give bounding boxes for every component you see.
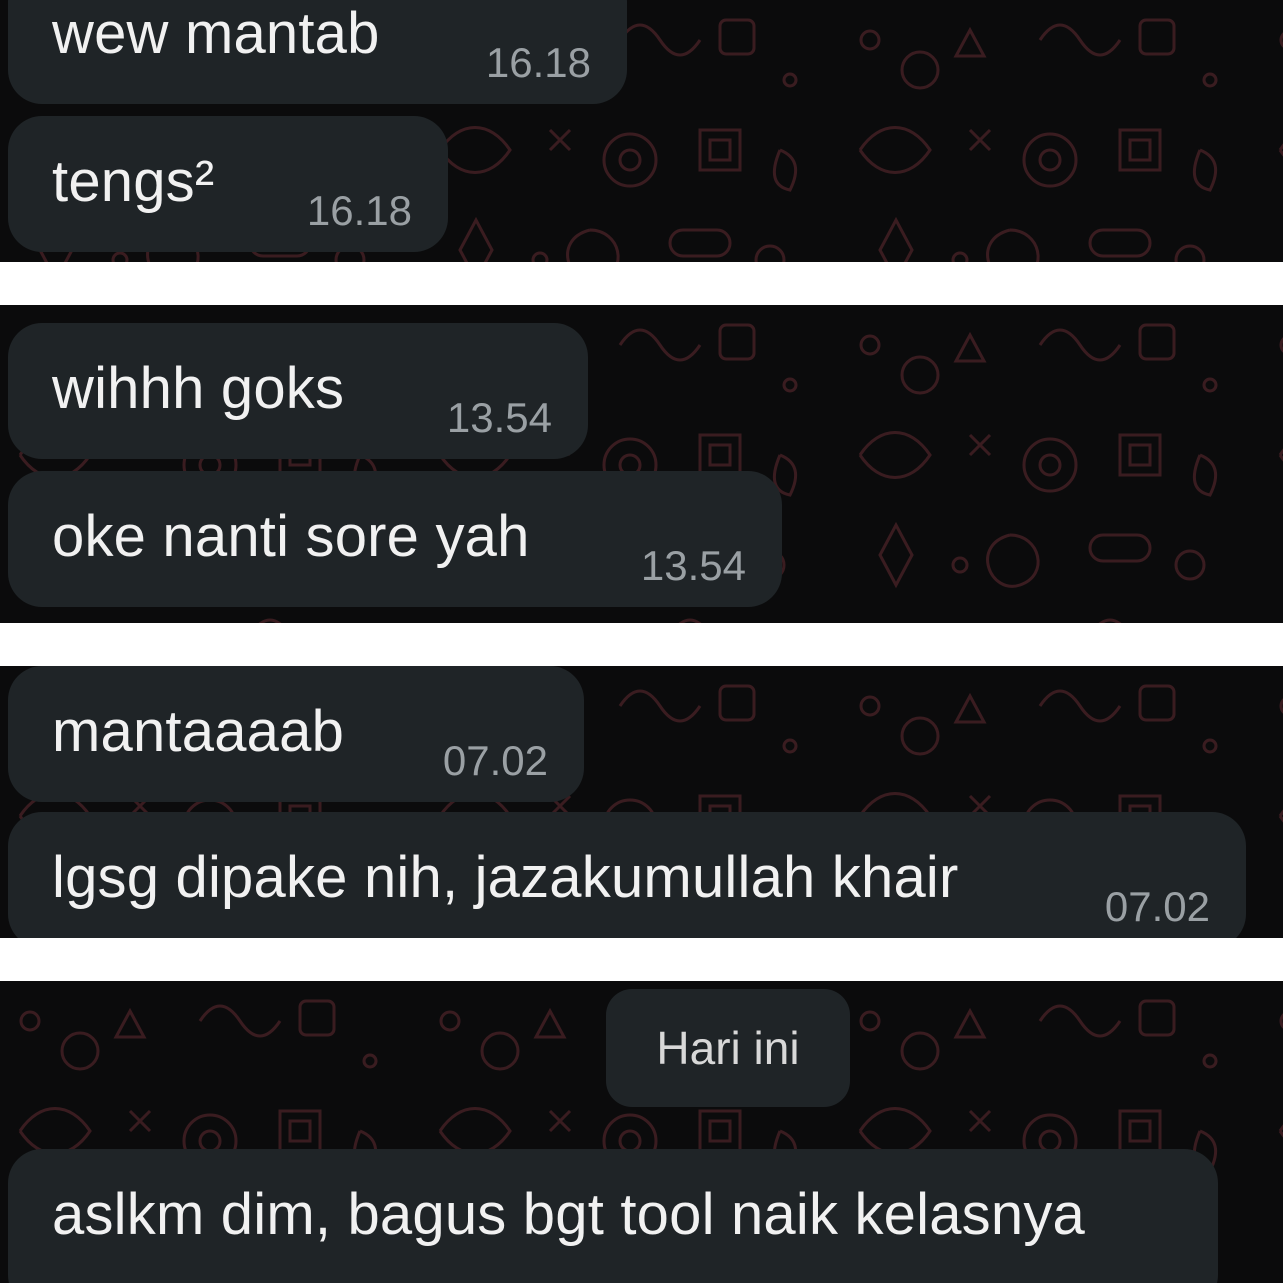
message-timestamp: 07.02 (1104, 883, 1210, 930)
message-bubble[interactable]: tengs² 16.18 (8, 116, 448, 252)
message-bubble[interactable]: wihhh goks 13.54 (8, 323, 588, 459)
message-timestamp: 13.54 (640, 542, 746, 589)
message-timestamp: 07.02 (442, 737, 548, 784)
message-text: tengs² (52, 149, 215, 214)
message-text: wihhh goks (52, 356, 345, 421)
message-bubble[interactable]: mantaaaab 07.02 (8, 666, 584, 802)
chat-panel-3: mantaaaab 07.02 lgsg dipake nih, jazakum… (0, 666, 1283, 938)
chat-panel-1: wew mantab 16.18 tengs² 16.18 (0, 0, 1283, 262)
chat-panel-2: wihhh goks 13.54 oke nanti sore yah 13.5… (0, 305, 1283, 623)
message-timestamp: 16.18 (306, 187, 412, 234)
date-separator-label: Hari ini (656, 1022, 800, 1074)
message-text: mantaaaab (52, 699, 345, 764)
message-bubble[interactable]: wew mantab 16.18 (8, 0, 627, 104)
date-separator-chip: Hari ini (606, 989, 850, 1107)
message-text: aslkm dim, bagus bgt tool naik kelasnya (52, 1182, 1085, 1247)
message-timestamp: 13.54 (446, 394, 552, 441)
message-bubble[interactable]: lgsg dipake nih, jazakumullah khair 07.0… (8, 812, 1246, 938)
message-bubble[interactable]: aslkm dim, bagus bgt tool naik kelasnya (8, 1149, 1218, 1283)
chat-panel-4: Hari ini aslkm dim, bagus bgt tool naik … (0, 981, 1283, 1283)
message-text: wew mantab (52, 1, 380, 66)
message-bubble[interactable]: oke nanti sore yah 13.54 (8, 471, 782, 607)
message-text: lgsg dipake nih, jazakumullah khair (52, 845, 959, 910)
message-text: oke nanti sore yah (52, 504, 530, 569)
message-timestamp: 16.18 (485, 39, 591, 86)
